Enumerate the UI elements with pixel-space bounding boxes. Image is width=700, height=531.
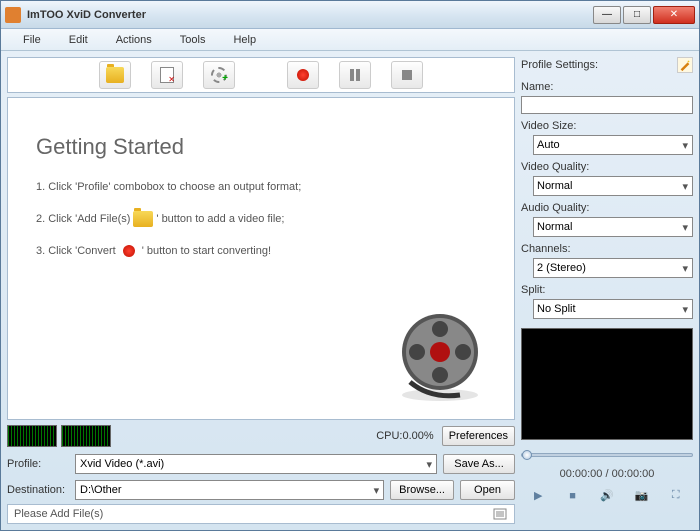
app-icon [5,7,21,23]
player-stop-icon[interactable]: ■ [565,490,581,502]
step-2: 2. Click 'Add File(s) ' button to add a … [36,210,486,228]
videosize-select[interactable]: Auto [533,135,693,155]
status-bar: Please Add File(s) [7,504,515,524]
browse-button[interactable]: Browse... [390,480,454,500]
split-label: Split: [521,284,693,296]
destination-label: Destination: [7,484,69,496]
menu-help[interactable]: Help [219,31,270,49]
profile-settings-header: Profile Settings: [521,57,693,73]
audio-meter-left [7,425,57,447]
destination-combobox[interactable]: D:\Other [75,480,384,500]
app-window: ImTOO XviD Converter — □ ✕ File Edit Act… [0,0,700,531]
minimize-button[interactable]: — [593,6,621,24]
status-text: Please Add File(s) [14,508,103,520]
player-play-icon[interactable]: ▶ [530,489,546,502]
preview-pane [521,328,693,440]
split-select[interactable]: No Split [533,299,693,319]
audioquality-label: Audio Quality: [521,202,693,214]
wizard-icon[interactable] [677,57,693,73]
gear-plus-icon [211,67,227,83]
close-button[interactable]: ✕ [653,6,695,24]
name-label: Name: [521,81,693,93]
film-reel-icon [390,307,490,407]
add-file-button[interactable] [99,61,131,89]
folder-icon [106,67,124,83]
videoquality-label: Video Quality: [521,161,693,173]
save-as-button[interactable]: Save As... [443,454,515,474]
profile-combobox[interactable]: Xvid Video (*.avi) [75,454,437,474]
getting-started-heading: Getting Started [36,134,486,160]
menu-actions[interactable]: Actions [102,31,166,49]
record-icon [297,69,309,81]
player-volume-icon[interactable]: 🔊 [599,489,615,502]
menubar: File Edit Actions Tools Help [1,29,699,51]
audio-meter-right [61,425,111,447]
channels-select[interactable]: 2 (Stereo) [533,258,693,278]
menu-tools[interactable]: Tools [166,31,220,49]
toolbar [7,57,515,93]
step-1: 1. Click 'Profile' combobox to choose an… [36,178,486,196]
menu-file[interactable]: File [9,31,55,49]
open-button[interactable]: Open [460,480,515,500]
player-snapshot-icon[interactable]: 📷 [633,489,649,502]
time-display: 00:00:00 / 00:00:00 [521,468,693,480]
remove-file-button[interactable] [151,61,183,89]
maximize-button[interactable]: □ [623,6,651,24]
player-controls: ▶ ■ 🔊 📷 ⛶ [521,489,693,502]
channels-label: Channels: [521,243,693,255]
videosize-label: Video Size: [521,120,693,132]
folder-icon [133,211,153,227]
player-fullscreen-icon[interactable]: ⛶ [668,489,684,502]
videoquality-select[interactable]: Normal [533,176,693,196]
titlebar: ImTOO XviD Converter — □ ✕ [1,1,699,29]
status-icon[interactable] [492,506,508,522]
cpu-usage: CPU:0.00% [376,430,437,442]
stop-button[interactable] [391,61,423,89]
list-remove-icon [160,67,174,83]
profile-label: Profile: [7,458,69,470]
pause-button[interactable] [339,61,371,89]
meter-row: CPU:0.00% Preferences [7,424,515,448]
record-inline-icon [119,243,139,259]
convert-button[interactable] [287,61,319,89]
stop-icon [402,70,412,80]
preferences-button[interactable]: Preferences [442,426,515,446]
menu-edit[interactable]: Edit [55,31,102,49]
step-3: 3. Click 'Convert ' button to start conv… [36,242,486,260]
seek-thumb[interactable] [522,450,532,460]
window-title: ImTOO XviD Converter [27,9,593,21]
seek-bar[interactable] [521,447,693,463]
name-input[interactable] [521,96,693,114]
audioquality-select[interactable]: Normal [533,217,693,237]
pause-icon [350,69,360,81]
content-area: Getting Started 1. Click 'Profile' combo… [7,97,515,420]
settings-button[interactable] [203,61,235,89]
